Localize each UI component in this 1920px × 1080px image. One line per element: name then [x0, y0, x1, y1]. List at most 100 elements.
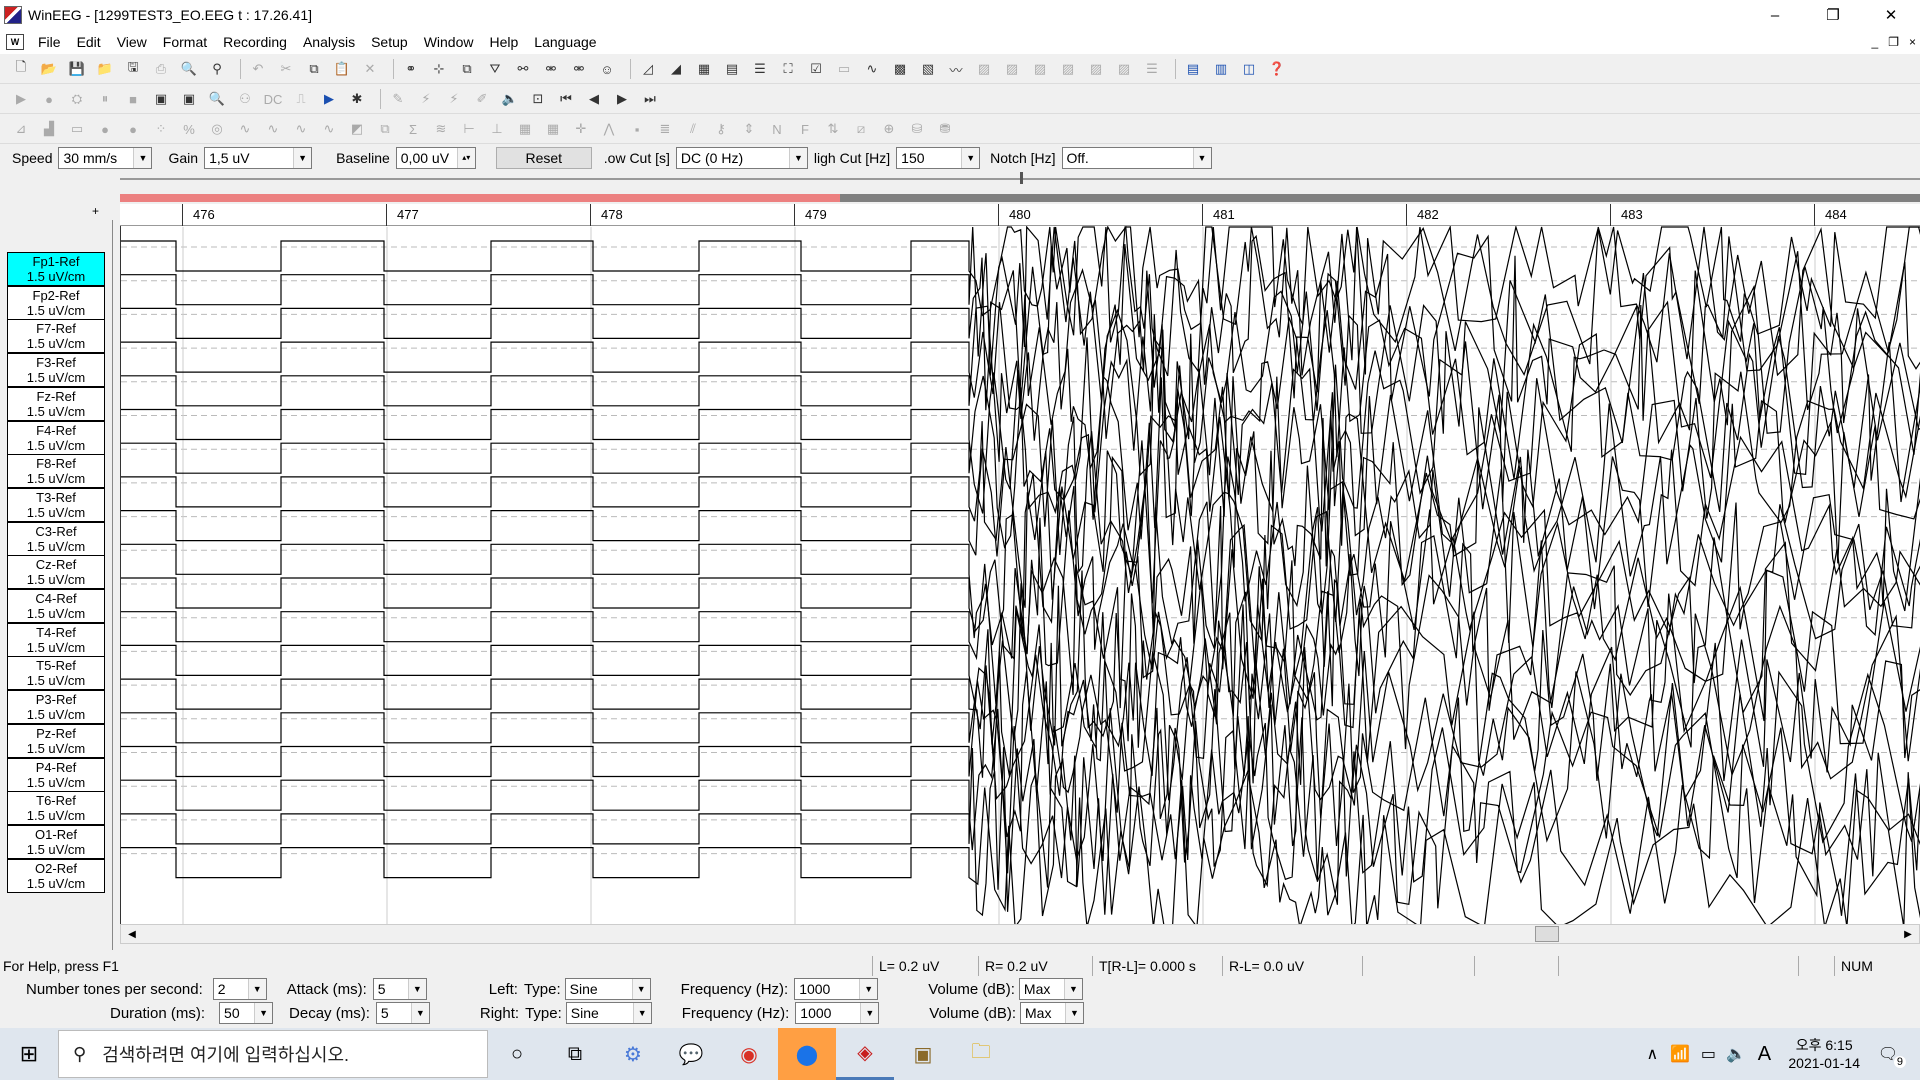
dc-icon[interactable]: DC	[262, 88, 284, 110]
map-icon[interactable]: ▩	[889, 58, 911, 80]
channel-label[interactable]: C4-Ref 1.5 uV/cm	[7, 589, 105, 623]
volume-icon[interactable]: 🔈	[1722, 1044, 1750, 1064]
right-volume-select[interactable]: Max ▼	[1020, 1002, 1084, 1024]
montage-edit-icon[interactable]: ⊿	[10, 118, 32, 140]
scroll-right-icon[interactable]: ▶	[1899, 926, 1917, 942]
gain-select[interactable]: 1,5 uV ▼	[204, 147, 313, 169]
cursor-icon[interactable]: ⊢	[458, 118, 480, 140]
pin-icon[interactable]: ⚲	[206, 58, 228, 80]
mdi-minimize-button[interactable]: _	[1872, 35, 1879, 49]
next-page-icon[interactable]: ▶	[611, 88, 633, 110]
wineeg-app-icon[interactable]	[4, 6, 22, 24]
mdi-restore-button[interactable]: ❐	[1888, 35, 1899, 49]
menu-view[interactable]: View	[109, 34, 155, 50]
analysis4-icon[interactable]: ▨	[1057, 58, 1079, 80]
paste-icon[interactable]: 📋	[331, 58, 353, 80]
open-folder-icon[interactable]: 📂	[38, 58, 60, 80]
speed-select[interactable]: 30 mm/s ▼	[58, 147, 153, 169]
seed-app-icon[interactable]: ▣	[894, 1028, 952, 1080]
chevron-down-icon[interactable]: ▼	[1192, 148, 1211, 168]
menu-window[interactable]: Window	[416, 34, 482, 50]
impedance-icon[interactable]: ⚇	[234, 88, 256, 110]
channel-label[interactable]: F7-Ref 1.5 uV/cm	[7, 319, 105, 354]
print-preview-icon[interactable]: 🔍	[178, 58, 200, 80]
add-channel-icon[interactable]: +	[92, 204, 99, 218]
grid-icon[interactable]: ▤	[721, 58, 743, 80]
chevron-down-icon[interactable]: ▼	[1063, 979, 1082, 999]
wave1-icon[interactable]: ∿	[234, 118, 256, 140]
decay-select[interactable]: 5 ▼	[375, 1002, 430, 1024]
histogram-icon[interactable]: ▟	[38, 118, 60, 140]
sound-icon[interactable]: 🔈	[499, 88, 521, 110]
menu-edit[interactable]: Edit	[69, 34, 109, 50]
key-icon[interactable]: ⚷	[710, 118, 732, 140]
sum-icon[interactable]: Σ	[402, 118, 424, 140]
matrix2-icon[interactable]: ▦	[542, 118, 564, 140]
notification-icon[interactable]: 🗨 9	[1874, 1044, 1906, 1068]
chevron-down-icon[interactable]: ▼	[293, 148, 312, 168]
lines-icon[interactable]: ☰	[1141, 58, 1163, 80]
list2-icon[interactable]: ≣	[654, 118, 676, 140]
restore-button[interactable]: ❐	[1804, 0, 1862, 30]
duration-select[interactable]: 50 ▼	[219, 1002, 274, 1024]
montage-icon[interactable]: ⛶	[777, 58, 799, 80]
channel-label[interactable]: P3-Ref 1.5 uV/cm	[7, 690, 105, 725]
chevron-down-icon[interactable]: ▼	[407, 979, 426, 999]
analysis-icon[interactable]: ▨	[973, 58, 995, 80]
lowcut-select[interactable]: DC (0 Hz) ▼	[675, 147, 808, 169]
spectrum-icon[interactable]: ∿	[861, 58, 883, 80]
channel-label[interactable]: T5-Ref 1.5 uV/cm	[7, 656, 105, 691]
camera-icon[interactable]: ⛭	[66, 88, 88, 110]
channel-label[interactable]: O2-Ref 1.5 uV/cm	[7, 858, 105, 893]
undo-icon[interactable]: ↶	[247, 58, 269, 80]
wave3-icon[interactable]: ∿	[290, 118, 312, 140]
chevron-down-icon[interactable]: ▼	[961, 148, 980, 168]
target-icon[interactable]: ◎	[206, 118, 228, 140]
chevron-down-icon[interactable]: ▼	[631, 979, 650, 999]
notch-select[interactable]: Off. ▼	[1061, 147, 1212, 169]
minimize-button[interactable]: –	[1746, 0, 1804, 30]
help-context-icon[interactable]: ❓	[1266, 58, 1288, 80]
left-freq-select[interactable]: 1000 ▼	[794, 978, 879, 1000]
wave2-icon[interactable]: ∿	[262, 118, 284, 140]
stop-icon[interactable]: ■	[122, 88, 144, 110]
tones-select[interactable]: 2 ▼	[212, 978, 267, 1000]
cut-icon[interactable]: ✂	[275, 58, 297, 80]
peak-icon[interactable]: ⋀	[598, 118, 620, 140]
slash-icon[interactable]: ⫽	[682, 118, 704, 140]
edit-icon[interactable]: ✎	[387, 88, 409, 110]
print-icon[interactable]: ⎙	[150, 58, 172, 80]
reset-button[interactable]: Reset	[495, 147, 592, 169]
record-progress-bar[interactable]	[120, 194, 1920, 202]
menu-setup[interactable]: Setup	[363, 34, 416, 50]
channel-label[interactable]: T4-Ref 1.5 uV/cm	[7, 622, 105, 657]
highcut-select[interactable]: 150 ▼	[896, 147, 981, 169]
center-icon[interactable]: ⊕	[878, 118, 900, 140]
eeg-plot-area[interactable]	[120, 204, 1920, 929]
page-icon[interactable]: ▣	[150, 88, 172, 110]
task-view-icon[interactable]: ⧉	[546, 1028, 604, 1080]
chevron-down-icon[interactable]: ▼	[1065, 1003, 1083, 1023]
wave-icon[interactable]: 〰	[945, 58, 967, 80]
updown-icon[interactable]: ⇕	[738, 118, 760, 140]
left-type-select[interactable]: Sine ▼	[564, 978, 651, 1000]
frame-icon[interactable]: ⊡	[527, 88, 549, 110]
tile-horizontal-icon[interactable]: ▤	[1182, 58, 1204, 80]
circle-icon[interactable]: ●	[94, 118, 116, 140]
channel-label[interactable]: F4-Ref 1.5 uV/cm	[7, 420, 105, 455]
analysis3-icon[interactable]: ▨	[1029, 58, 1051, 80]
battery-icon[interactable]: ▭	[1694, 1044, 1722, 1064]
split-icon[interactable]: ◫	[1238, 58, 1260, 80]
link-remove-icon[interactable]: ⚮	[568, 58, 590, 80]
ime-indicator[interactable]: A	[1750, 1043, 1778, 1066]
dots-icon[interactable]: ⁘	[150, 118, 172, 140]
left-volume-select[interactable]: Max ▼	[1018, 978, 1083, 1000]
menu-language[interactable]: Language	[526, 34, 604, 50]
channel-label[interactable]: Fz-Ref 1.5 uV/cm	[7, 386, 105, 421]
play-icon[interactable]: ▶	[10, 88, 32, 110]
export2-icon[interactable]: ⛃	[934, 118, 956, 140]
position-slider-thumb[interactable]	[1020, 172, 1023, 184]
average-icon[interactable]: ≋	[430, 118, 452, 140]
wave4-icon[interactable]: ∿	[318, 118, 340, 140]
analysis2-icon[interactable]: ▨	[1001, 58, 1023, 80]
